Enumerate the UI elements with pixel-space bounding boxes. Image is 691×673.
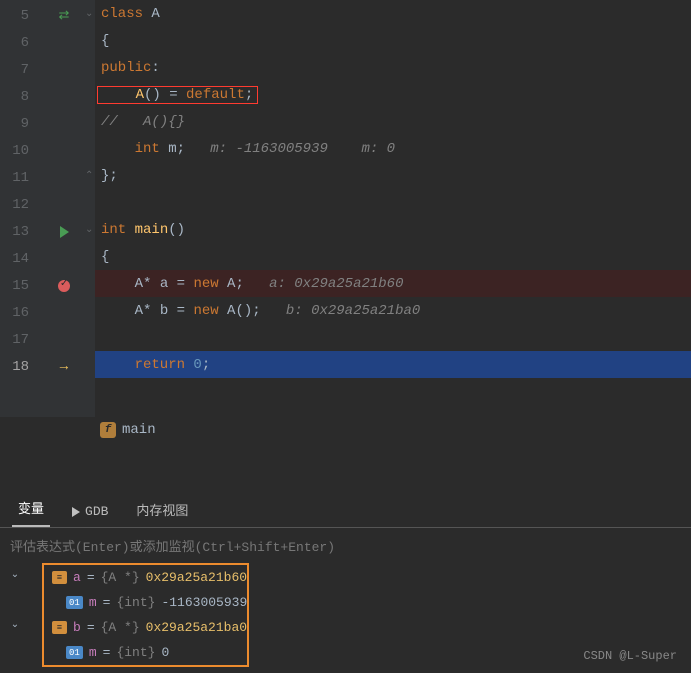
gutter-row[interactable]: 17	[0, 326, 95, 353]
variable-type: {int}	[116, 645, 155, 660]
line-number: 9	[0, 116, 33, 132]
tab-variables[interactable]: 变量	[12, 492, 50, 527]
gutter-row[interactable]: 10	[0, 137, 95, 164]
code-line[interactable]: A* a = new A; a: 0x29a25a21b60	[95, 270, 691, 297]
variable-type: {A *}	[101, 570, 140, 585]
gutter-row[interactable]: 12	[0, 191, 95, 218]
variable-row[interactable]: ≡a = {A *} 0x29a25a21b60	[44, 565, 247, 590]
gutter-row[interactable]: 9	[0, 110, 95, 137]
code-line[interactable]: int m; m: -1163005939 m: 0	[95, 135, 691, 162]
code-line[interactable]: A* b = new A(); b: 0x29a25a21ba0	[95, 297, 691, 324]
gutter-row[interactable]: 16	[0, 299, 95, 326]
code-line[interactable]: {	[95, 243, 691, 270]
breakpoint-icon[interactable]	[58, 280, 70, 292]
swap-icon[interactable]: ⇄	[59, 8, 70, 23]
fold-start-icon[interactable]: ⌄	[85, 8, 93, 20]
expand-icon[interactable]: ⌄	[8, 619, 22, 631]
variables-highlight-box: ≡a = {A *} 0x29a25a21b6001m = {int} -116…	[42, 563, 249, 667]
gutter-row[interactable]: 5⇄	[0, 2, 95, 29]
variable-child-row[interactable]: 01m = {int} -1163005939	[44, 590, 247, 615]
variable-value: 0	[161, 645, 169, 660]
line-number: 5	[0, 8, 33, 24]
line-number: 13	[0, 224, 33, 240]
line-number: 10	[0, 143, 33, 159]
variable-name: a	[73, 570, 81, 585]
fold-start-icon[interactable]: ⌄	[85, 224, 93, 236]
gutter-row[interactable]: 14	[0, 245, 95, 272]
variable-value: 0x29a25a21b60	[146, 570, 247, 585]
line-number: 18	[0, 359, 33, 375]
code-line[interactable]	[95, 324, 691, 351]
function-icon: f	[100, 422, 116, 438]
line-number: 15	[0, 278, 33, 294]
code-line[interactable]: A() = default;	[95, 81, 691, 108]
code-line[interactable]: return 0;	[95, 351, 691, 378]
variable-row[interactable]: ≡b = {A *} 0x29a25a21ba0	[44, 615, 247, 640]
line-number: 16	[0, 305, 33, 321]
line-number: 17	[0, 332, 33, 348]
line-number: 12	[0, 197, 33, 213]
line-number: 6	[0, 35, 33, 51]
primitive-icon: 01	[66, 596, 83, 609]
line-number: 14	[0, 251, 33, 267]
variable-name: m	[89, 595, 97, 610]
code-line[interactable]: ⌄class A	[95, 0, 691, 27]
struct-icon: ≡	[52, 571, 67, 584]
fold-end-icon[interactable]: ⌃	[85, 170, 93, 182]
struct-icon: ≡	[52, 621, 67, 634]
gutter-row[interactable]: 15	[0, 272, 95, 299]
gutter-row[interactable]: 18 →	[0, 353, 95, 380]
variable-type: {A *}	[101, 620, 140, 635]
variable-name: m	[89, 645, 97, 660]
variable-child-row[interactable]: 01m = {int} 0	[44, 640, 247, 665]
execution-pointer-icon: →	[60, 359, 68, 375]
variable-value: 0x29a25a21ba0	[146, 620, 247, 635]
primitive-icon: 01	[66, 646, 83, 659]
breadcrumb-fn: main	[122, 422, 156, 438]
breadcrumb[interactable]: f main	[0, 417, 691, 441]
watermark: CSDN @L-Super	[583, 649, 677, 663]
variable-type: {int}	[116, 595, 155, 610]
run-icon[interactable]	[60, 226, 69, 238]
expand-icon[interactable]: ⌄	[8, 569, 22, 581]
gutter-row[interactable]: 6	[0, 29, 95, 56]
variable-name: b	[73, 620, 81, 635]
tab-memory[interactable]: 内存视图	[130, 494, 194, 527]
gutter-row[interactable]: 7	[0, 56, 95, 83]
line-number: 8	[0, 89, 33, 105]
gutter-row[interactable]: 11	[0, 164, 95, 191]
code-line[interactable]: public:	[95, 54, 691, 81]
gutter-row[interactable]: 8	[0, 83, 95, 110]
code-line[interactable]	[95, 189, 691, 216]
variable-value: -1163005939	[161, 595, 247, 610]
code-line[interactable]: {	[95, 27, 691, 54]
play-icon	[72, 507, 80, 517]
line-number: 11	[0, 170, 33, 186]
code-line[interactable]: ⌃};	[95, 162, 691, 189]
gutter-row[interactable]: 13	[0, 218, 95, 245]
debug-tabs: 变量 GDB 内存视图	[0, 496, 691, 528]
line-number: 7	[0, 62, 33, 78]
code-line[interactable]: // A(){}	[95, 108, 691, 135]
code-line[interactable]: ⌄int main()	[95, 216, 691, 243]
tab-gdb[interactable]: GDB	[66, 498, 114, 527]
evaluate-expression-input[interactable]: 评估表达式(Enter)或添加监视(Ctrl+Shift+Enter)	[0, 528, 691, 563]
highlighted-code-box: A() = default;	[97, 86, 258, 104]
